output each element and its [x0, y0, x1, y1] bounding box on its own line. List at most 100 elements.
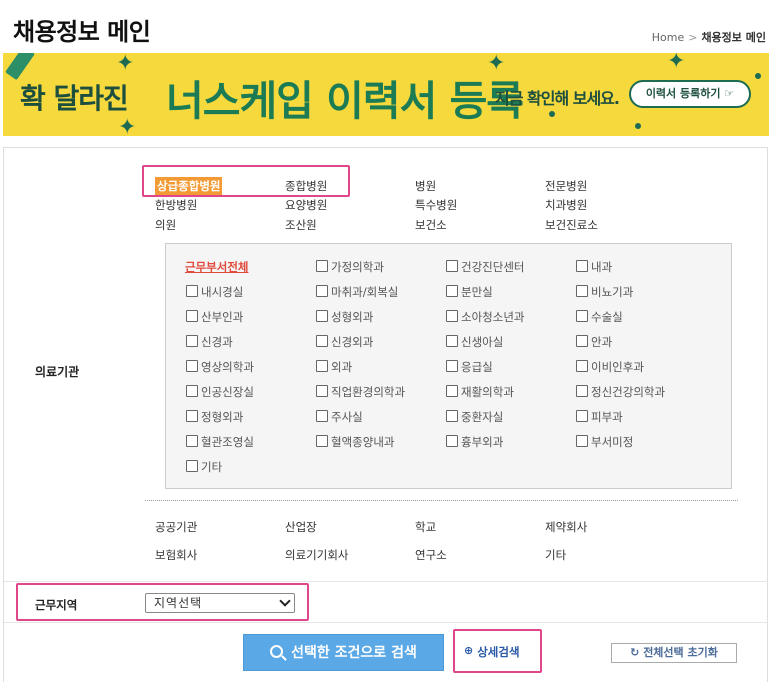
hospital-option[interactable]: 특수병원: [415, 197, 457, 213]
checkbox-icon[interactable]: [186, 335, 198, 347]
department-checkbox[interactable]: 이비인후과: [576, 359, 644, 375]
other-institution-option[interactable]: 공공기관: [155, 519, 197, 535]
checkbox-icon[interactable]: [446, 385, 458, 397]
checkbox-icon[interactable]: [576, 385, 588, 397]
other-institution-option[interactable]: 보험회사: [155, 547, 197, 563]
department-checkbox[interactable]: 기타: [186, 459, 222, 475]
checkbox-icon[interactable]: [316, 385, 328, 397]
checkbox-icon[interactable]: [316, 260, 328, 272]
other-institution-option[interactable]: 제약회사: [545, 519, 587, 535]
department-checkbox[interactable]: 내시경실: [186, 284, 243, 300]
department-checkbox[interactable]: 정형외과: [186, 409, 243, 425]
department-checkbox[interactable]: 신경외과: [316, 334, 373, 350]
checkbox-icon[interactable]: [576, 410, 588, 422]
department-checkbox[interactable]: 중환자실: [446, 409, 503, 425]
checkbox-icon[interactable]: [576, 260, 588, 272]
detail-search-label: 상세검색: [477, 645, 520, 659]
hospital-option[interactable]: 병원: [415, 178, 436, 194]
hospital-option[interactable]: 한방병원: [155, 197, 197, 213]
checkbox-icon[interactable]: [186, 410, 198, 422]
department-checkbox[interactable]: 재활의학과: [446, 384, 514, 400]
checkbox-icon[interactable]: [186, 360, 198, 372]
checkbox-icon[interactable]: [316, 435, 328, 447]
department-checkbox[interactable]: 응급실: [446, 359, 493, 375]
department-checkbox[interactable]: 외과: [316, 359, 352, 375]
hospital-option[interactable]: 전문병원: [545, 178, 587, 194]
department-checkbox[interactable]: 마취과/회복실: [316, 284, 398, 300]
department-checkbox[interactable]: 흉부외과: [446, 434, 503, 450]
other-institution-option[interactable]: 의료기기회사: [285, 547, 348, 563]
department-checkbox[interactable]: 산부인과: [186, 309, 243, 325]
department-checkbox[interactable]: 영상의학과: [186, 359, 254, 375]
checkbox-icon[interactable]: [316, 310, 328, 322]
checkbox-icon[interactable]: [186, 435, 198, 447]
promo-banner[interactable]: ✦ ✦ ✦ ✦ 확 달라진 너스케입 이력서 등록 지금 확인해 보세요. 이력…: [3, 53, 769, 136]
checkbox-icon[interactable]: [316, 360, 328, 372]
department-checkbox[interactable]: 혈관조영실: [186, 434, 254, 450]
chevron-down-icon: [279, 595, 291, 607]
checkbox-icon[interactable]: [576, 335, 588, 347]
department-checkbox[interactable]: 피부과: [576, 409, 623, 425]
hospital-option[interactable]: 요양병원: [285, 197, 327, 213]
checkbox-icon[interactable]: [446, 435, 458, 447]
department-checkbox[interactable]: 성형외과: [316, 309, 373, 325]
department-checkbox[interactable]: 안과: [576, 334, 612, 350]
department-checkbox[interactable]: 신경과: [186, 334, 233, 350]
checkbox-icon[interactable]: [576, 360, 588, 372]
department-checkbox[interactable]: 정신건강의학과: [576, 384, 665, 400]
department-checkbox[interactable]: 소아청소년과: [446, 309, 524, 325]
department-checkbox[interactable]: 분만실: [446, 284, 493, 300]
hospital-option[interactable]: 종합병원: [285, 178, 327, 194]
checkbox-icon[interactable]: [576, 285, 588, 297]
checkbox-icon[interactable]: [446, 360, 458, 372]
checkbox-icon[interactable]: [316, 335, 328, 347]
department-checkbox[interactable]: 신생아실: [446, 334, 503, 350]
department-checkbox[interactable]: 주사실: [316, 409, 363, 425]
checkbox-icon[interactable]: [576, 435, 588, 447]
checkbox-icon[interactable]: [446, 310, 458, 322]
checkbox-icon[interactable]: [576, 310, 588, 322]
hospital-option[interactable]: 의원: [155, 217, 176, 233]
checkbox-icon[interactable]: [186, 385, 198, 397]
breadcrumb-separator: >: [688, 31, 698, 44]
department-checkbox[interactable]: 수술실: [576, 309, 623, 325]
department-checkbox[interactable]: 부서미정: [576, 434, 633, 450]
checkbox-icon[interactable]: [186, 285, 198, 297]
hospital-option[interactable]: 보건소: [415, 217, 447, 233]
search-button[interactable]: 선택한 조건으로 검색: [243, 634, 444, 671]
other-institution-option[interactable]: 학교: [415, 519, 436, 535]
department-checkbox[interactable]: 가정의학과: [316, 259, 384, 275]
checkbox-icon[interactable]: [446, 285, 458, 297]
hospital-option[interactable]: 상급종합병원: [155, 177, 223, 195]
department-all-option[interactable]: 근무부서전체: [185, 259, 248, 275]
checkbox-icon[interactable]: [316, 285, 328, 297]
breadcrumb-home[interactable]: Home: [652, 31, 684, 44]
department-checkbox[interactable]: 인공신장실: [186, 384, 254, 400]
detail-search-button[interactable]: ⊕ 상세검색: [464, 644, 520, 660]
dot-decoration: [755, 73, 761, 79]
checkbox-icon[interactable]: [446, 260, 458, 272]
other-institution-option[interactable]: 산업장: [285, 519, 317, 535]
hospital-option[interactable]: 치과병원: [545, 197, 587, 213]
hospital-option[interactable]: 보건진료소: [545, 217, 598, 233]
checkbox-icon[interactable]: [316, 410, 328, 422]
department-checkbox[interactable]: 직업환경의학과: [316, 384, 405, 400]
region-select[interactable]: 지역선택: [145, 593, 295, 613]
hospital-option[interactable]: 조산원: [285, 217, 317, 233]
search-button-label: 선택한 조건으로 검색: [291, 645, 417, 661]
department-checkbox[interactable]: 건강진단센터: [446, 259, 524, 275]
reset-button[interactable]: ↻ 전체선택 초기화: [611, 643, 737, 663]
refresh-icon: ↻: [630, 646, 640, 659]
department-checkbox[interactable]: 내과: [576, 259, 612, 275]
other-institution-option[interactable]: 연구소: [415, 547, 447, 563]
checkbox-icon[interactable]: [186, 460, 198, 472]
divider: [4, 622, 768, 623]
other-institution-option[interactable]: 기타: [545, 547, 566, 563]
resume-register-button[interactable]: 이력서 등록하기 ☞: [629, 80, 751, 108]
checkbox-icon[interactable]: [446, 410, 458, 422]
department-checkbox[interactable]: 비뇨기과: [576, 284, 633, 300]
reset-button-label: 전체선택 초기화: [643, 646, 718, 659]
checkbox-icon[interactable]: [446, 335, 458, 347]
department-checkbox[interactable]: 혈액종양내과: [316, 434, 394, 450]
checkbox-icon[interactable]: [186, 310, 198, 322]
